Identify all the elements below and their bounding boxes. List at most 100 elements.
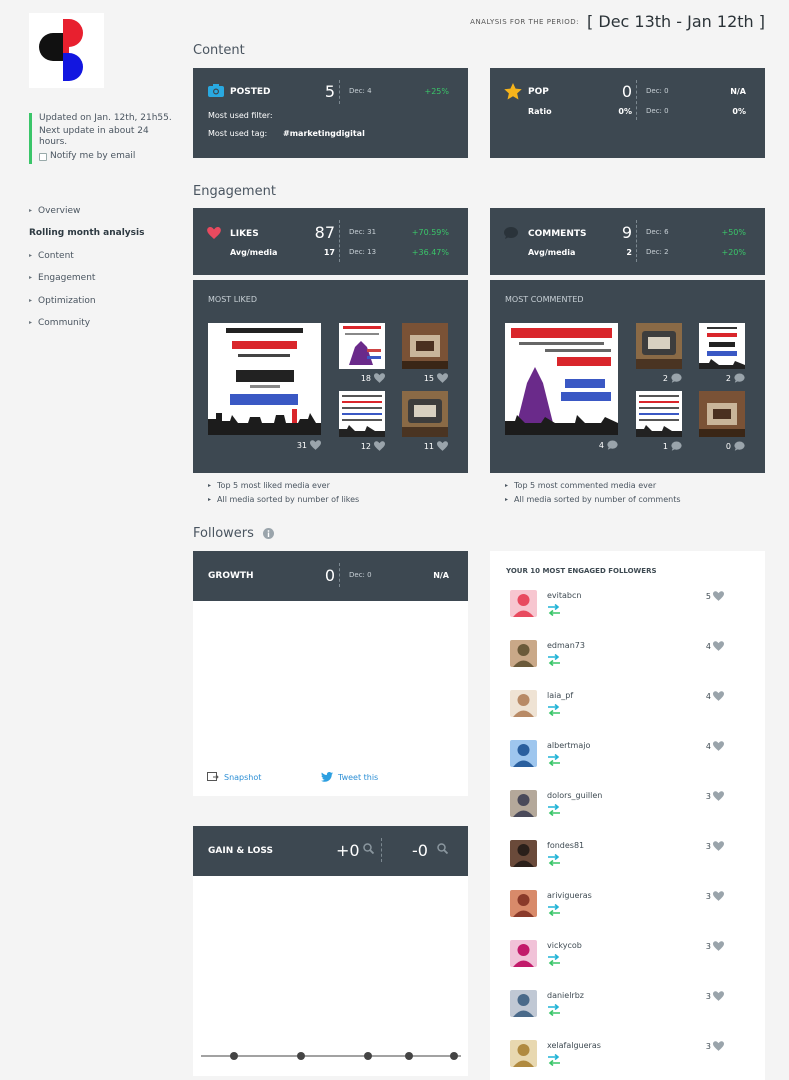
avatar[interactable] [510, 890, 537, 917]
avatar[interactable] [510, 690, 537, 717]
avatar[interactable] [510, 940, 537, 967]
period-label: ANALYSIS FOR THE PERIOD: [470, 17, 580, 26]
snapshot-icon [207, 772, 219, 781]
follower-name[interactable]: laia_pf [547, 691, 573, 700]
nav-overview[interactable]: Overview [29, 205, 144, 227]
ratio-label: Ratio [528, 107, 552, 116]
info-icon[interactable] [262, 528, 274, 539]
commented-media-4[interactable] [636, 391, 682, 437]
poster-image [343, 326, 381, 365]
avatar[interactable] [510, 1040, 537, 1067]
notify-checkbox[interactable] [39, 152, 47, 161]
ratio-change: 0% [732, 107, 746, 116]
follower-row[interactable]: albertmajo 4 [510, 740, 750, 780]
updated-text: Updated on Jan. 12th, 21h55. [39, 113, 172, 123]
nav-engagement[interactable]: Engagement [29, 272, 144, 294]
comments-avg-value: 2 [626, 248, 632, 257]
app-logo[interactable] [29, 13, 104, 88]
period-value[interactable]: [ Dec 13th - Jan 12th ] [587, 12, 765, 31]
likes-avg-value: 17 [323, 248, 335, 257]
heart-icon [374, 373, 385, 383]
follower-name[interactable]: danielrbz [547, 991, 584, 1000]
like-count: 12 [360, 441, 371, 451]
likes-prev: Dec: 31 [349, 228, 377, 236]
follower-name[interactable]: edman73 [547, 641, 585, 650]
star-icon [504, 83, 522, 100]
comment-icon [734, 373, 745, 383]
follower-row[interactable]: fondes81 3 [510, 840, 750, 880]
timeline-point [450, 1052, 458, 1060]
comments-avg-label: Avg/media [528, 248, 576, 257]
follower-name[interactable]: vickycob [547, 941, 582, 950]
gain-loss-card: GAIN & LOSS +0 -0 [193, 826, 468, 1076]
liked-media-3[interactable] [402, 323, 448, 369]
follower-row[interactable]: xelafalgueras 3 [510, 1040, 750, 1080]
pop-change: N/A [730, 87, 746, 96]
score-value: 5 [705, 591, 711, 601]
avatar[interactable] [510, 840, 537, 867]
commented-media-3[interactable] [699, 323, 745, 369]
commented-media-1[interactable] [505, 323, 618, 435]
next-update-text: Next update in about 24 hours. [39, 126, 149, 147]
avatar[interactable] [510, 640, 537, 667]
score-value: 3 [705, 891, 711, 901]
liked-media-5[interactable] [402, 391, 448, 437]
commented-media-2[interactable] [636, 323, 682, 369]
liked-count-3: 15 [416, 373, 448, 383]
follower-row[interactable]: vickycob 3 [510, 940, 750, 980]
commented-media-5[interactable] [699, 391, 745, 437]
liked-count-1: 31 [293, 440, 321, 450]
score-value: 4 [705, 641, 711, 651]
pop-prev: Dec: 0 [646, 87, 669, 95]
liked-media-2[interactable] [339, 323, 385, 369]
link-top-commented[interactable]: Top 5 most commented media ever [505, 479, 681, 493]
camera-icon [208, 84, 224, 97]
avatar[interactable] [510, 590, 537, 617]
zoom-icon[interactable] [363, 843, 374, 854]
zoom-icon[interactable] [437, 843, 448, 854]
period-header: ANALYSIS FOR THE PERIOD: [ Dec 13th - Ja… [470, 12, 765, 31]
avatar[interactable] [510, 790, 537, 817]
follower-name[interactable]: albertmajo [547, 741, 590, 750]
avatar[interactable] [510, 740, 537, 767]
liked-media-1[interactable] [208, 323, 321, 435]
tweet-link[interactable]: Tweet this [321, 772, 378, 782]
comments-avg-prev: Dec: 2 [646, 248, 669, 256]
follower-row[interactable]: evitabcn 5 [510, 590, 750, 630]
follower-name[interactable]: arivigueras [547, 891, 592, 900]
follower-row[interactable]: laia_pf 4 [510, 690, 750, 730]
link-all-commented[interactable]: All media sorted by number of comments [505, 493, 681, 507]
ratio-prev: Dec: 0 [646, 107, 669, 115]
commented-count-4: 1 [650, 441, 682, 451]
exchange-arrows-icon [548, 654, 560, 666]
follower-row[interactable]: arivigueras 3 [510, 890, 750, 930]
snapshot-link[interactable]: Snapshot [207, 772, 261, 782]
comment-count: 2 [662, 373, 668, 383]
follower-row[interactable]: dolors_guillen 3 [510, 790, 750, 830]
liked-count-2: 18 [353, 373, 385, 383]
most-liked-title: MOST LIKED [208, 295, 257, 304]
liked-notes: Top 5 most liked media ever All media so… [208, 479, 359, 507]
nav-content[interactable]: Content [29, 250, 144, 272]
nav-optimization[interactable]: Optimization [29, 295, 144, 317]
follower-name[interactable]: evitabcn [547, 591, 581, 600]
engaged-title: YOUR 10 MOST ENGAGED FOLLOWERS [506, 567, 657, 575]
link-top-liked[interactable]: Top 5 most liked media ever [208, 479, 359, 493]
follower-name[interactable]: fondes81 [547, 841, 584, 850]
timeline-point [297, 1052, 305, 1060]
notify-option[interactable]: Notify me by email [39, 151, 179, 162]
follower-score: 5 [706, 591, 724, 601]
nav-rolling-month[interactable]: Rolling month analysis [29, 227, 144, 249]
exchange-arrows-icon [548, 754, 560, 766]
nav-community[interactable]: Community [29, 317, 144, 339]
follower-name[interactable]: dolors_guillen [547, 791, 602, 800]
follower-row[interactable]: edman73 4 [510, 640, 750, 680]
follower-row[interactable]: danielrbz 3 [510, 990, 750, 1030]
ratio-value: 0% [618, 107, 632, 116]
comment-count: 0 [725, 441, 731, 451]
link-all-liked[interactable]: All media sorted by number of likes [208, 493, 359, 507]
avatar[interactable] [510, 990, 537, 1017]
follower-name[interactable]: xelafalgueras [547, 1041, 601, 1050]
tag-value[interactable]: #marketingdigital [283, 129, 365, 138]
liked-media-4[interactable] [339, 391, 385, 437]
